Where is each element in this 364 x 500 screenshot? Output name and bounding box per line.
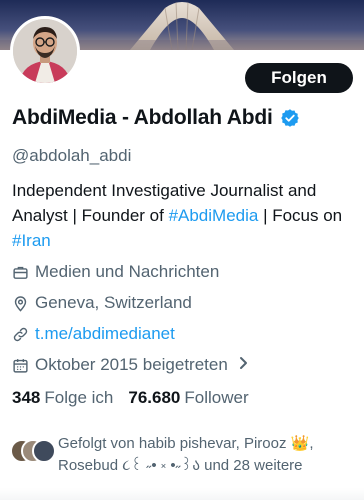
followers-count[interactable]: 76.680	[128, 388, 180, 408]
following-count[interactable]: 348	[12, 388, 40, 408]
followed-by-text: Gefolgt von habib pishevar, Pirooz 👑, Ro…	[58, 435, 314, 474]
followers-label[interactable]: Follower	[184, 388, 248, 408]
calendar-icon	[12, 357, 29, 374]
bottom-fade	[0, 488, 364, 500]
joined-label: Oktober 2015 beigetreten	[35, 355, 228, 374]
location-pin-icon	[12, 295, 29, 312]
profile-joined[interactable]: Oktober 2015 beigetreten	[12, 355, 250, 375]
website-link[interactable]: t.me/abdimedianet	[35, 324, 175, 344]
follower-avatar	[32, 439, 56, 463]
avatar-photo	[13, 19, 77, 83]
hashtag-abdimedia-link[interactable]: #AbdiMedia	[169, 206, 259, 225]
user-handle: @abdolah_abdi	[12, 146, 132, 165]
name-row: AbdiMedia - Abdollah Abdi	[12, 106, 300, 130]
avatar[interactable]	[10, 16, 80, 86]
profile-website: t.me/abdimedianet	[12, 324, 175, 344]
location-label: Geneva, Switzerland	[35, 293, 192, 312]
chevron-right-icon	[238, 355, 250, 375]
verified-badge-icon[interactable]	[280, 108, 300, 128]
link-icon	[12, 326, 29, 343]
profile-category: Medien und Nachrichten	[12, 262, 219, 282]
follower-avatars	[10, 439, 56, 467]
bio-text-2: | Focus on	[258, 206, 343, 225]
briefcase-icon	[12, 264, 29, 281]
display-name: AbdiMedia - Abdollah Abdi	[12, 106, 273, 129]
category-label: Medien und Nachrichten	[35, 262, 220, 281]
follow-counts: 348 Folge ich 76.680 Follower	[12, 388, 249, 408]
hashtag-iran-link[interactable]: #Iran	[12, 231, 51, 250]
follow-button[interactable]: Folgen	[245, 63, 353, 93]
following-label[interactable]: Folge ich	[44, 388, 113, 408]
profile-bio: Independent Investigative Journalist and…	[12, 178, 357, 253]
profile-location: Geneva, Switzerland	[12, 293, 192, 313]
